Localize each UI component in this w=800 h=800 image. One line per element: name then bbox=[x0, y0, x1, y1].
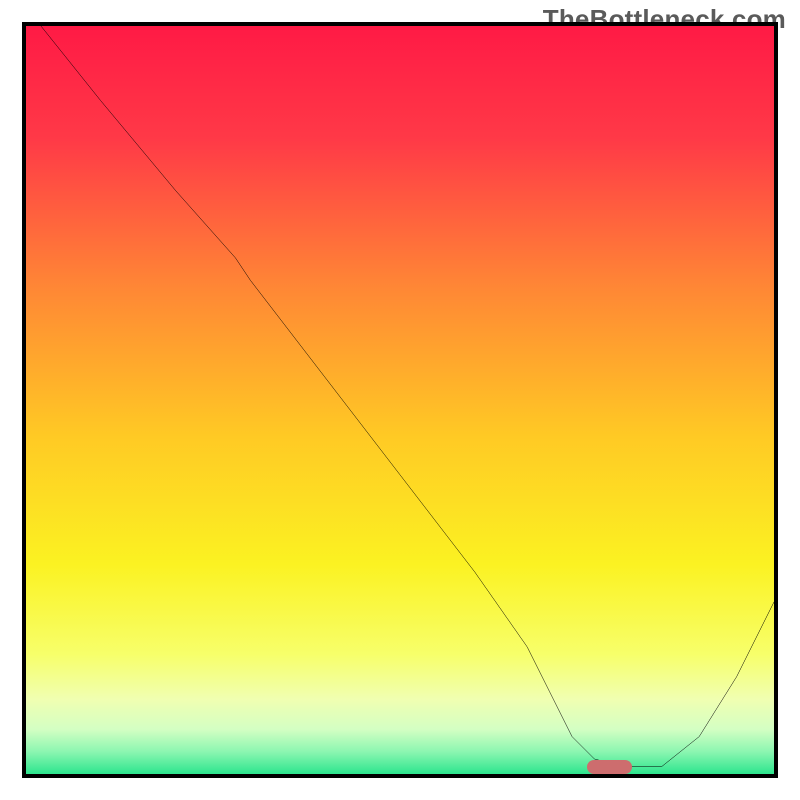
curve-line bbox=[26, 26, 774, 774]
chart-frame: TheBottleneck.com bbox=[0, 0, 800, 800]
optimal-marker bbox=[587, 760, 632, 774]
plot-area bbox=[22, 22, 778, 778]
